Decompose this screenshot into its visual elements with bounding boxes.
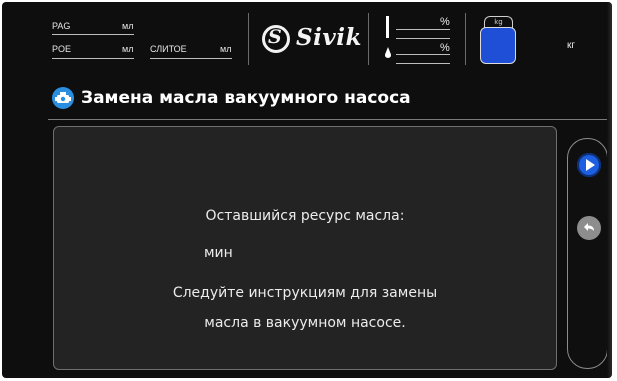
oil-percent-unit: % <box>440 42 450 54</box>
poe-unit: мл <box>122 44 134 54</box>
remaining-oil-unit: мин <box>204 245 233 261</box>
back-button[interactable] <box>577 216 601 240</box>
refrigerant-tank-icon: kg <box>478 16 518 66</box>
device-screen: PAG мл POE мл СЛИТОЕ мл Sivik % % kg <box>2 2 612 378</box>
oil-value-line <box>396 54 450 55</box>
play-next-icon <box>586 159 595 171</box>
oil-value-line <box>396 63 450 64</box>
header-divider <box>248 13 249 65</box>
level-percent-unit: % <box>440 16 450 28</box>
oil-info-panel: Оставшийся ресурс масла: мин Следуйте ин… <box>53 126 557 370</box>
pag-unit: мл <box>122 21 134 31</box>
drain-label: СЛИТОЕ <box>150 44 187 54</box>
page-title: Замена масла вакуумного насоса <box>81 88 411 108</box>
back-arrow-icon <box>584 223 594 231</box>
vacuum-pump-icon <box>52 87 74 109</box>
level-value-line <box>396 38 450 39</box>
title-divider <box>48 119 610 120</box>
poe-value-line <box>52 58 134 59</box>
navigation-rail <box>567 138 608 369</box>
poe-label: POE <box>52 44 72 54</box>
drain-value-line <box>150 58 232 59</box>
remaining-oil-label: Оставшийся ресурс масла: <box>205 208 405 224</box>
status-header: PAG мл POE мл СЛИТОЕ мл Sivik % % kg <box>2 2 612 74</box>
instruction-line-2: масла в вакуумном насосе. <box>204 315 406 331</box>
oil-drop-icon <box>385 47 391 58</box>
brand-name: Sivik <box>296 24 362 51</box>
header-divider <box>368 13 369 65</box>
tank-body <box>480 27 516 64</box>
tank-weight-unit: кг <box>567 40 576 51</box>
next-button[interactable] <box>577 153 601 177</box>
instruction-line-1: Следуйте инструкциям для замены <box>172 285 438 301</box>
sivik-logo-icon <box>262 25 290 53</box>
header-divider <box>465 13 466 65</box>
drain-unit: мл <box>220 44 232 54</box>
level-bar-icon <box>386 16 389 38</box>
pag-value-line <box>52 34 134 35</box>
level-value-line <box>396 29 450 30</box>
pag-label: PAG <box>52 21 71 31</box>
